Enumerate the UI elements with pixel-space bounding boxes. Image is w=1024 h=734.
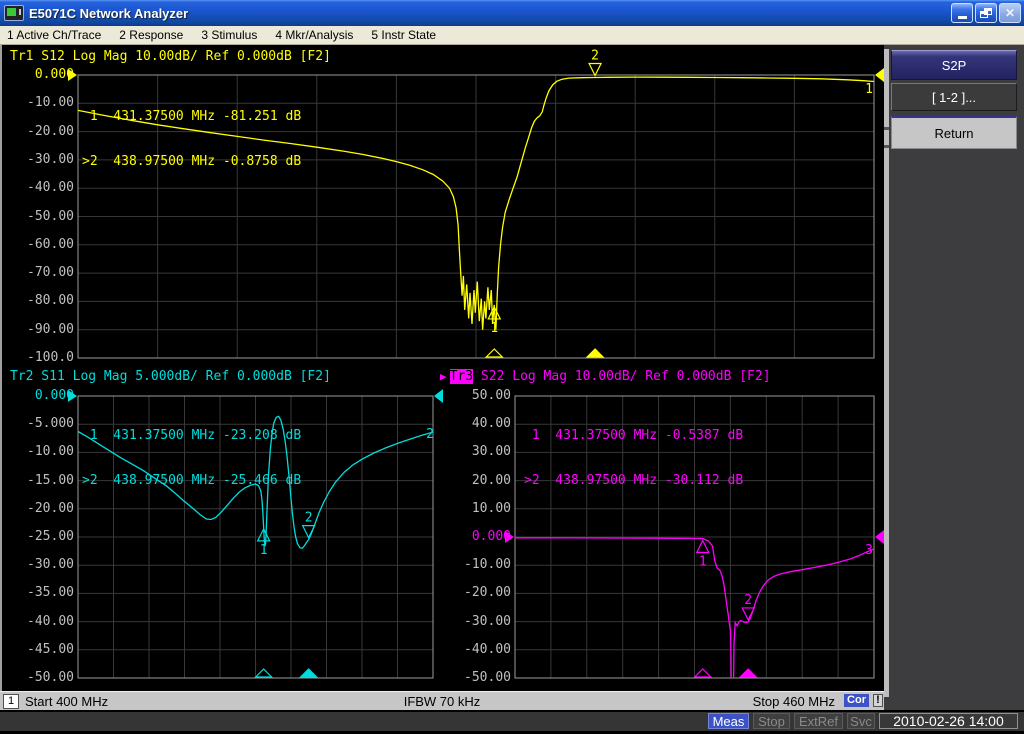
softkey-ports-1-2[interactable]: [ 1-2 ]... bbox=[891, 83, 1017, 111]
y-axis-label: -45.00 bbox=[4, 642, 74, 658]
trace1-label[interactable]: Tr1 bbox=[10, 49, 33, 64]
marker-readout-line: >2 438.97500 MHz -0.8758 dB bbox=[82, 154, 301, 169]
trace1-header: Tr1 S12 Log Mag 10.00dB/ Ref 0.000dB [F2… bbox=[10, 49, 331, 64]
stop-frequency: Stop 460 MHz bbox=[753, 694, 835, 709]
y-axis-label: 40.00 bbox=[441, 416, 511, 432]
marker-readout-line: 1 431.37500 MHz -23.208 dB bbox=[82, 428, 301, 443]
marker-readout-line: 1 431.37500 MHz -81.251 dB bbox=[82, 109, 301, 124]
marker-readout-line: >2 438.97500 MHz -25.466 dB bbox=[82, 473, 301, 488]
marker-readout-trace3: 1 431.37500 MHz -0.5387 dB >2 438.97500 … bbox=[524, 398, 743, 518]
window-controls: ✕ bbox=[949, 3, 1021, 23]
y-axis-label: -10.00 bbox=[441, 557, 511, 573]
y-axis-label: 30.00 bbox=[441, 444, 511, 460]
y-axis-label: -25.00 bbox=[4, 529, 74, 545]
y-axis-label: -5.000 bbox=[4, 416, 74, 432]
minimize-button[interactable] bbox=[951, 3, 973, 23]
restore-icon bbox=[980, 8, 992, 18]
titlebar: E5071C Network Analyzer ✕ bbox=[0, 0, 1024, 26]
window-title: E5071C Network Analyzer bbox=[29, 6, 188, 21]
menu-response[interactable]: 2 Response bbox=[112, 27, 194, 44]
y-axis-label: -30.00 bbox=[4, 152, 74, 168]
trace2-label[interactable]: Tr2 bbox=[10, 369, 33, 384]
y-axis-label: -30.00 bbox=[441, 614, 511, 630]
y-axis-label: -20.00 bbox=[441, 585, 511, 601]
y-axis-label: -50.00 bbox=[4, 670, 74, 686]
minimize-icon bbox=[958, 16, 967, 19]
y-axis-label: -20.00 bbox=[4, 501, 74, 517]
y-axis-label: 10.00 bbox=[441, 501, 511, 517]
y-axis-label: -10.00 bbox=[4, 444, 74, 460]
y-axis-label: 0.000 bbox=[441, 529, 511, 545]
menu-stimulus[interactable]: 3 Stimulus bbox=[194, 27, 268, 44]
ifbw-readout: IFBW 70 kHz bbox=[0, 694, 884, 709]
trace3-header: ▶Tr3 S22 Log Mag 10.00dB/ Ref 0.000dB [F… bbox=[440, 369, 771, 384]
y-axis-label: -20.00 bbox=[4, 124, 74, 140]
y-axis-label: 0.000 bbox=[4, 67, 74, 83]
y-axis-label: -100.0 bbox=[4, 350, 74, 366]
y-axis-label: -15.00 bbox=[4, 473, 74, 489]
status-extref: ExtRef bbox=[794, 713, 843, 729]
y-axis-label: 50.00 bbox=[441, 388, 511, 404]
status-svc: Svc bbox=[847, 713, 875, 729]
y-axis-label: -50.00 bbox=[441, 670, 511, 686]
y-axis-label: -10.00 bbox=[4, 95, 74, 111]
correction-badge: Cor bbox=[844, 694, 869, 707]
menu-instr-state[interactable]: 5 Instr State bbox=[364, 27, 447, 44]
y-axis-label: -80.00 bbox=[4, 293, 74, 309]
trace2-header-text: S11 Log Mag 5.000dB/ Ref 0.000dB [F2] bbox=[33, 369, 330, 384]
y-axis-label: -35.00 bbox=[4, 585, 74, 601]
softkey-return[interactable]: Return bbox=[891, 116, 1017, 149]
trace3-header-text: S22 Log Mag 10.00dB/ Ref 0.000dB [F2] bbox=[473, 369, 770, 384]
menu-mkr-analysis[interactable]: 4 Mkr/Analysis bbox=[268, 27, 364, 44]
marker-readout-trace2: 1 431.37500 MHz -23.208 dB >2 438.97500 … bbox=[82, 398, 301, 518]
menubar: 1 Active Ch/Trace 2 Response 3 Stimulus … bbox=[0, 26, 1024, 45]
y-axis-label: -90.00 bbox=[4, 322, 74, 338]
close-icon: ✕ bbox=[1005, 6, 1015, 20]
softkey-scrollbar[interactable] bbox=[884, 49, 889, 697]
trace3-label[interactable]: Tr3 bbox=[450, 369, 473, 384]
marker-readout-line: 1 431.37500 MHz -0.5387 dB bbox=[524, 428, 743, 443]
status-meas: Meas bbox=[708, 713, 749, 729]
network-analyzer-app-icon bbox=[4, 5, 24, 21]
status-stop: Stop bbox=[753, 713, 790, 729]
y-axis-label: -40.00 bbox=[4, 180, 74, 196]
y-axis-label: -50.00 bbox=[4, 209, 74, 225]
trace1-header-text: S12 Log Mag 10.00dB/ Ref 0.000dB [F2] bbox=[33, 49, 330, 64]
marker-readout-line: >2 438.97500 MHz -30.112 dB bbox=[524, 473, 743, 488]
close-button[interactable]: ✕ bbox=[999, 3, 1021, 23]
instrument-status-bar: Meas Stop ExtRef Svc 2010-02-26 14:00 bbox=[0, 712, 1024, 731]
y-axis-label: -30.00 bbox=[4, 557, 74, 573]
marker-readout-trace1: 1 431.37500 MHz -81.251 dB >2 438.97500 … bbox=[82, 79, 301, 199]
status-datetime: 2010-02-26 14:00 bbox=[879, 713, 1018, 729]
active-trace-arrow-icon: ▶ bbox=[440, 370, 447, 383]
y-axis-label: 0.000 bbox=[4, 388, 74, 404]
y-axis-label: 20.00 bbox=[441, 473, 511, 489]
y-axis-label: -40.00 bbox=[441, 642, 511, 658]
instrument-screen: E5071C Network Analyzer ✕ 1 Active Ch/Tr… bbox=[0, 0, 1024, 734]
trace2-header: Tr2 S11 Log Mag 5.000dB/ Ref 0.000dB [F2… bbox=[10, 369, 331, 384]
warning-badge: ! bbox=[873, 694, 883, 707]
channel-status-bar: 1 Start 400 MHz IFBW 70 kHz Stop 460 MHz… bbox=[0, 691, 884, 710]
softkey-sidebar: S2P [ 1-2 ]... Return bbox=[884, 45, 1024, 710]
restore-button[interactable] bbox=[975, 3, 997, 23]
y-axis-label: -60.00 bbox=[4, 237, 74, 253]
softkey-s2p[interactable]: S2P bbox=[891, 50, 1017, 80]
y-axis-label: -70.00 bbox=[4, 265, 74, 281]
y-axis-label: -40.00 bbox=[4, 614, 74, 630]
menu-active-ch-trace[interactable]: 1 Active Ch/Trace bbox=[0, 27, 112, 44]
